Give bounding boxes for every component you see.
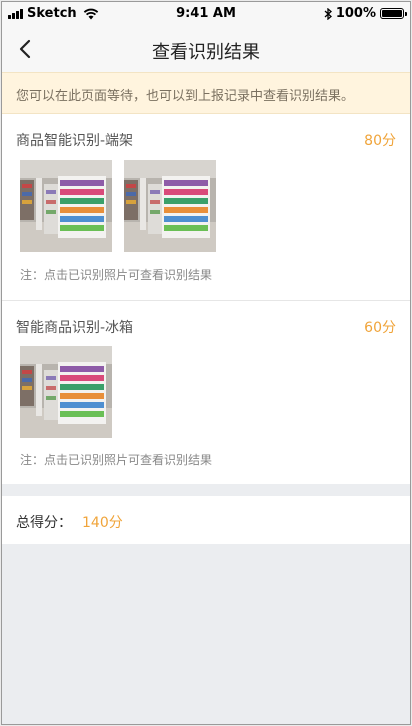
notice-text: 您可以在此页面等待，也可以到上报记录中查看识别结果。 [16, 89, 355, 104]
status-right: 100% [324, 6, 407, 21]
nav-bar: 查看识别结果 [2, 26, 410, 72]
section-score: 80分 [364, 133, 396, 149]
section-title: 智能商品识别-冰箱 [16, 320, 134, 336]
section-score: 60分 [364, 320, 396, 336]
fridge-photo-image [20, 346, 112, 438]
battery-percent: 100% [335, 6, 376, 21]
shelf-photo[interactable] [124, 160, 216, 252]
section-note: 注：点击已识别照片可查看识别结果 [20, 453, 213, 467]
shelf-photo[interactable] [20, 160, 112, 252]
notice-banner: 您可以在此页面等待，也可以到上报记录中查看识别结果。 [2, 72, 410, 114]
section-title: 商品智能识别-端架 [16, 133, 134, 149]
bluetooth-icon [324, 7, 332, 20]
total-value: 140分 [82, 515, 123, 531]
fridge-photo[interactable] [20, 346, 112, 438]
status-bar: Sketch 9:41 AM 100% [2, 2, 410, 26]
section-fridge: 智能商品识别-冰箱 60分 注：点击已识别照片可查看识别结果 [2, 301, 410, 484]
battery-icon [380, 8, 407, 19]
section-endcap: 商品智能识别-端架 80分 注：点击已识别照片可查看识别结果 [2, 114, 410, 300]
photo-list [20, 160, 216, 252]
section-note: 注：点击已识别照片可查看识别结果 [20, 268, 213, 282]
results-card: 商品智能识别-端架 80分 注：点击已识别照片可查看识别结果 智能商品识别-冰箱… [2, 114, 410, 484]
shelf-photo-image [20, 160, 112, 252]
page-title: 查看识别结果 [152, 42, 260, 63]
total-label: 总得分： [16, 515, 72, 531]
shelf-photo-image [124, 160, 216, 252]
total-score-bar: 总得分： 140分 [2, 496, 410, 544]
photo-list [20, 346, 112, 438]
phone-screen: Sketch 9:41 AM 100% 查看识别结果 您可以在此页面等待，也可以… [1, 1, 411, 725]
